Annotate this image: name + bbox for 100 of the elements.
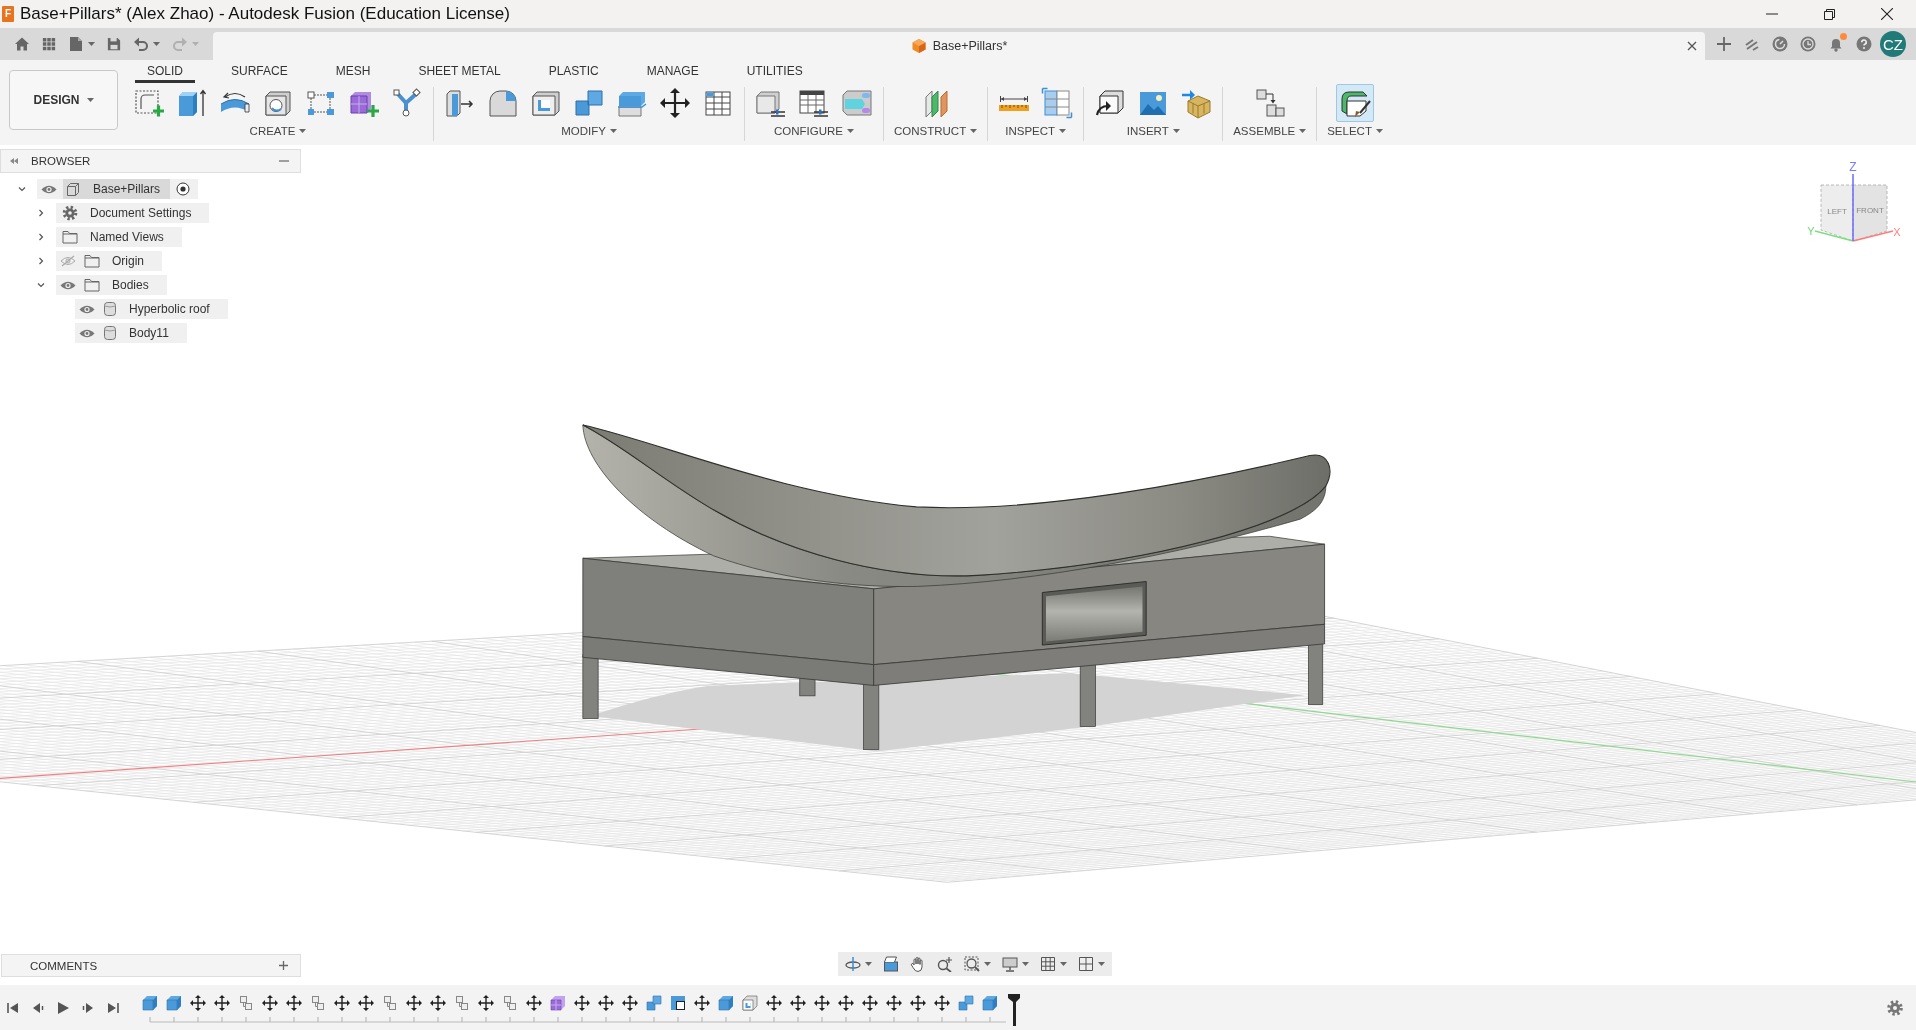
tool-group-menu[interactable]: SELECT <box>1327 125 1383 137</box>
user-avatar[interactable]: CZ <box>1880 31 1906 57</box>
chevron-icon[interactable] <box>37 233 45 241</box>
move-arrows-icon[interactable] <box>214 995 230 1011</box>
move-arrows-icon[interactable] <box>622 995 638 1011</box>
radio-dot-icon[interactable] <box>176 182 191 196</box>
select-tool-button[interactable] <box>1336 84 1375 122</box>
eye-icon[interactable] <box>41 183 57 195</box>
cube-icon[interactable] <box>166 995 182 1011</box>
move-arrows-icon[interactable] <box>262 995 278 1011</box>
skip-end-icon[interactable] <box>107 1001 119 1014</box>
step-forward-icon[interactable] <box>82 1001 94 1014</box>
move-arrows-icon[interactable] <box>766 995 782 1011</box>
document-tab[interactable]: Base+Pillars* <box>213 32 1705 60</box>
caret-icon[interactable] <box>153 42 160 46</box>
move-arrows-icon[interactable] <box>430 995 446 1011</box>
clapperboard-icon[interactable] <box>883 956 899 972</box>
move-arrows-icon[interactable] <box>574 995 590 1011</box>
apps-grid-icon[interactable] <box>42 37 56 51</box>
square-corner-icon[interactable] <box>670 995 686 1011</box>
chevron-icon[interactable] <box>37 209 45 217</box>
move-arrows-icon[interactable] <box>910 995 926 1011</box>
tree-item[interactable]: Bodies <box>56 275 167 295</box>
gauge-icon[interactable] <box>1772 36 1788 52</box>
close-icon[interactable] <box>1881 8 1893 20</box>
zoom-fit-icon[interactable] <box>964 956 980 972</box>
stacked-squares-icon[interactable] <box>502 995 518 1011</box>
tree-item[interactable]: Named Views <box>56 227 182 247</box>
move-arrows-icon[interactable] <box>862 995 878 1011</box>
toolbar-tab[interactable]: PLASTIC <box>536 60 611 83</box>
toolbar-tab[interactable]: MANAGE <box>634 60 711 83</box>
plus-icon[interactable] <box>1716 36 1732 52</box>
bell-icon[interactable] <box>1828 36 1844 52</box>
caret-icon[interactable] <box>1022 962 1029 966</box>
settings-icon[interactable] <box>1887 999 1903 1016</box>
cubes-arrow-icon[interactable] <box>1253 87 1286 119</box>
move-arrows-icon[interactable] <box>526 995 542 1011</box>
table-sliders-icon[interactable] <box>798 87 830 119</box>
hand-icon[interactable] <box>910 956 926 972</box>
move-arrows-icon[interactable] <box>598 995 614 1011</box>
slab-arrow-icon[interactable] <box>444 87 476 119</box>
chevron-icon[interactable] <box>18 185 26 193</box>
home-icon[interactable] <box>14 36 30 52</box>
two-cubes-icon[interactable] <box>573 87 605 119</box>
sketch-plus-icon[interactable] <box>133 87 165 119</box>
two-cubes-icon[interactable] <box>646 995 662 1011</box>
timeline-marker-icon[interactable] <box>1008 994 1020 1026</box>
toolbar-tab[interactable]: SHEET METAL <box>406 60 513 83</box>
tool-group-menu[interactable]: INSERT <box>1126 125 1180 137</box>
tree-item[interactable]: Body11 <box>75 323 187 343</box>
move-arrows-icon[interactable] <box>406 995 422 1011</box>
move-arrows-icon[interactable] <box>659 87 691 119</box>
viewports-icon[interactable] <box>1078 956 1094 972</box>
step-back-icon[interactable] <box>32 1001 44 1014</box>
zoom-icon[interactable] <box>937 956 953 972</box>
grid-cube-icon[interactable] <box>550 995 566 1011</box>
tool-group-menu[interactable]: MODIFY <box>561 125 617 137</box>
toolbar-tab[interactable]: UTILITIES <box>734 60 815 83</box>
chevron-icon[interactable] <box>37 281 45 289</box>
caret-icon[interactable] <box>88 42 95 46</box>
caret-icon[interactable] <box>1098 962 1105 966</box>
move-arrows-icon[interactable] <box>190 995 206 1011</box>
move-arrows-icon[interactable] <box>478 995 494 1011</box>
workspace-dropdown[interactable]: DESIGN <box>9 70 118 130</box>
cube-icon[interactable] <box>718 995 734 1011</box>
eye-icon[interactable] <box>79 327 95 339</box>
mesh-arrow-icon[interactable] <box>1180 87 1213 119</box>
orbit-icon[interactable] <box>845 956 861 972</box>
tree-item[interactable]: Hyperbolic roof <box>75 299 228 319</box>
collapse-icon[interactable] <box>10 158 18 164</box>
play-icon[interactable] <box>57 1001 69 1014</box>
tool-group-menu[interactable]: CREATE <box>249 125 307 137</box>
rounded-block-icon[interactable] <box>487 87 519 119</box>
help-icon[interactable] <box>1856 36 1872 52</box>
caret-icon[interactable] <box>984 962 991 966</box>
skip-start-icon[interactable] <box>7 1001 19 1014</box>
move-arrows-icon[interactable] <box>694 995 710 1011</box>
tool-group-menu[interactable]: ASSEMBLE <box>1233 125 1307 137</box>
toolbar-tab[interactable]: SOLID <box>135 60 195 83</box>
caret-icon[interactable] <box>865 962 872 966</box>
caret-icon[interactable] <box>1060 962 1067 966</box>
move-arrows-icon[interactable] <box>790 995 806 1011</box>
close-icon[interactable] <box>1687 41 1697 51</box>
clock-icon[interactable] <box>1800 36 1816 52</box>
plus-icon[interactable] <box>279 961 288 970</box>
eye-icon[interactable] <box>79 303 95 315</box>
3d-model-render[interactable] <box>582 424 1331 752</box>
tool-group-menu[interactable]: INSPECT <box>1005 125 1067 137</box>
tree-item[interactable]: Origin <box>56 251 162 271</box>
restore-icon[interactable] <box>1824 8 1835 20</box>
diagonal-lines-icon[interactable] <box>1744 36 1760 52</box>
move-arrows-icon[interactable] <box>286 995 302 1011</box>
tree-item[interactable]: Document Settings <box>56 203 210 223</box>
grid-icon[interactable] <box>1040 956 1056 972</box>
eye-icon[interactable] <box>60 279 76 291</box>
save-icon[interactable] <box>107 37 121 51</box>
move-arrows-icon[interactable] <box>886 995 902 1011</box>
file-icon[interactable] <box>68 36 84 52</box>
tool-group-menu[interactable]: CONFIGURE <box>774 125 854 137</box>
move-arrows-icon[interactable] <box>334 995 350 1011</box>
